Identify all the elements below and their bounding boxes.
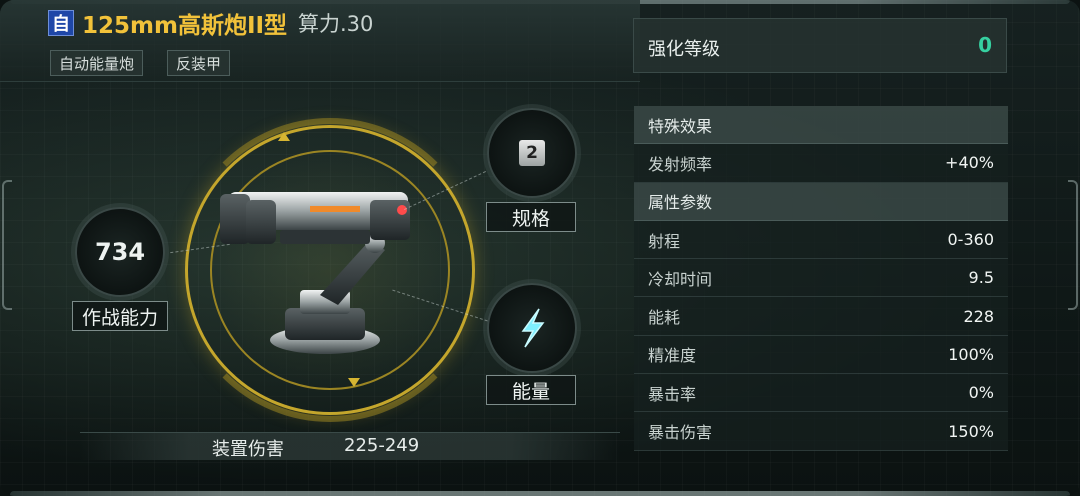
weapon-showcase: 734 作战能力 2 规格 能量 bbox=[60, 90, 620, 460]
stat-value: 9.5 bbox=[968, 268, 994, 288]
stat-value: +40% bbox=[945, 153, 994, 173]
weapon-type-badge: 自 bbox=[48, 10, 74, 36]
weapon-tag: 自动能量炮 bbox=[50, 50, 144, 76]
combat-power-value: 734 bbox=[94, 238, 146, 266]
energy-bolt-icon bbox=[521, 308, 545, 348]
enhance-level-panel[interactable]: 强化等级 0 bbox=[633, 18, 1007, 73]
bottom-frame-edge bbox=[10, 491, 1070, 496]
stat-row: 暴击率 0% bbox=[634, 374, 1008, 413]
stat-row: 发射频率 +40% bbox=[634, 144, 1008, 183]
weapon-tag: 反装甲 bbox=[167, 50, 231, 76]
stat-row: 能耗 228 bbox=[634, 297, 1008, 336]
gauss-cannon-model-icon bbox=[220, 192, 410, 354]
weapon-header: 自 125mm高斯炮II型 算力.30 自动能量炮 反装甲 bbox=[0, 0, 640, 82]
attributes-header: 属性参数 bbox=[634, 182, 1008, 221]
energy-circle bbox=[487, 283, 577, 373]
stat-label: 发射频率 bbox=[648, 154, 713, 174]
section-title: 特殊效果 bbox=[648, 116, 713, 136]
stat-label: 冷却时间 bbox=[648, 269, 713, 289]
stat-row: 精准度 100% bbox=[634, 335, 1008, 375]
ring-marker-icon bbox=[278, 132, 290, 141]
weapon-name: 125mm高斯炮II型 bbox=[82, 13, 288, 39]
stat-value: 100% bbox=[948, 344, 994, 364]
left-bracket bbox=[2, 180, 12, 310]
energy-label: 能量 bbox=[486, 375, 576, 405]
weapon-detail-panel: 自 125mm高斯炮II型 算力.30 自动能量炮 反装甲 强化等级 0 特殊效… bbox=[0, 0, 1080, 496]
stat-value: 0-360 bbox=[947, 230, 995, 250]
stat-label: 暴击伤害 bbox=[648, 423, 713, 443]
device-damage-value: 225-249 bbox=[344, 435, 420, 456]
spec-value: 2 bbox=[519, 140, 545, 166]
stat-label: 射程 bbox=[648, 231, 681, 251]
special-effects-header: 特殊效果 bbox=[634, 106, 1008, 145]
stat-row: 冷却时间 9.5 bbox=[634, 259, 1008, 298]
compute-power: 算力.30 bbox=[298, 12, 374, 36]
device-damage-label: 装置伤害 bbox=[212, 439, 284, 460]
stat-label: 能耗 bbox=[648, 308, 681, 328]
combat-power-circle: 734 bbox=[75, 207, 165, 297]
section-title: 属性参数 bbox=[648, 193, 713, 213]
stat-value: 150% bbox=[948, 421, 994, 441]
stat-value: 228 bbox=[963, 306, 994, 326]
right-bracket bbox=[1068, 180, 1078, 310]
stat-value: 0% bbox=[968, 383, 994, 403]
enhance-level-value: 0 bbox=[978, 33, 992, 57]
stat-label: 精准度 bbox=[648, 346, 697, 366]
spec-circle: 2 bbox=[487, 108, 577, 198]
device-damage-bar: 装置伤害 225-249 bbox=[80, 432, 620, 460]
combat-power-label: 作战能力 bbox=[72, 301, 168, 331]
stats-table: 特殊效果 发射频率 +40% 属性参数 射程 0-360 冷却时间 9.5 能耗… bbox=[634, 106, 1008, 451]
stat-row: 射程 0-360 bbox=[634, 220, 1008, 260]
stat-label: 暴击率 bbox=[648, 384, 697, 404]
stat-row: 暴击伤害 150% bbox=[634, 412, 1008, 451]
ring-marker-icon bbox=[348, 378, 360, 387]
spec-label: 规格 bbox=[486, 202, 576, 232]
enhance-level-label: 强化等级 bbox=[648, 39, 720, 60]
